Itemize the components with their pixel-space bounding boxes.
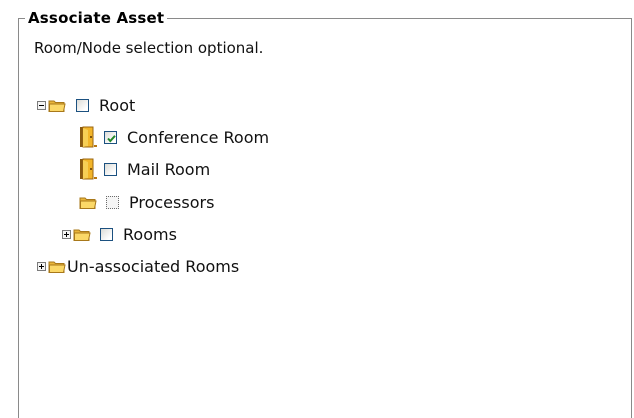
root-checkbox[interactable] <box>76 98 89 112</box>
rooms-checkbox[interactable] <box>100 227 113 241</box>
checkmark-icon <box>107 134 116 142</box>
folder-icon <box>48 261 66 273</box>
processors-checkbox[interactable] <box>106 195 119 209</box>
folder-icon <box>79 197 97 209</box>
tree-node-label: Mail Room <box>127 159 211 179</box>
panel-title: Associate Asset <box>25 8 168 28</box>
folder-open-icon <box>48 100 66 112</box>
door-icon <box>80 158 97 180</box>
selection-hint: Room/Node selection optional. <box>34 39 264 57</box>
collapse-icon[interactable] <box>37 100 46 110</box>
conference-room-checkbox[interactable] <box>104 130 117 144</box>
folder-icon <box>73 229 91 241</box>
tree-node-root[interactable]: Root <box>37 93 135 117</box>
tree-node-label: Root <box>99 95 136 115</box>
expand-icon[interactable] <box>37 261 46 271</box>
tree-node-unassociated-rooms[interactable]: Un-associated Rooms <box>37 254 239 278</box>
expand-icon[interactable] <box>62 229 71 239</box>
mail-room-checkbox[interactable] <box>104 162 117 176</box>
tree-node-label: Un-associated Rooms <box>67 256 240 276</box>
tree-node-rooms[interactable]: Rooms <box>62 222 177 246</box>
tree-node-label: Rooms <box>123 224 177 244</box>
door-icon <box>80 126 97 148</box>
tree-node-conference-room[interactable]: Conference Room <box>79 125 269 149</box>
tree-node-label: Conference Room <box>127 127 270 147</box>
tree-node-processors[interactable]: Processors <box>79 190 214 214</box>
tree-node-mail-room[interactable]: Mail Room <box>79 157 210 181</box>
tree-node-label: Processors <box>129 192 215 212</box>
associate-asset-panel <box>18 18 632 418</box>
